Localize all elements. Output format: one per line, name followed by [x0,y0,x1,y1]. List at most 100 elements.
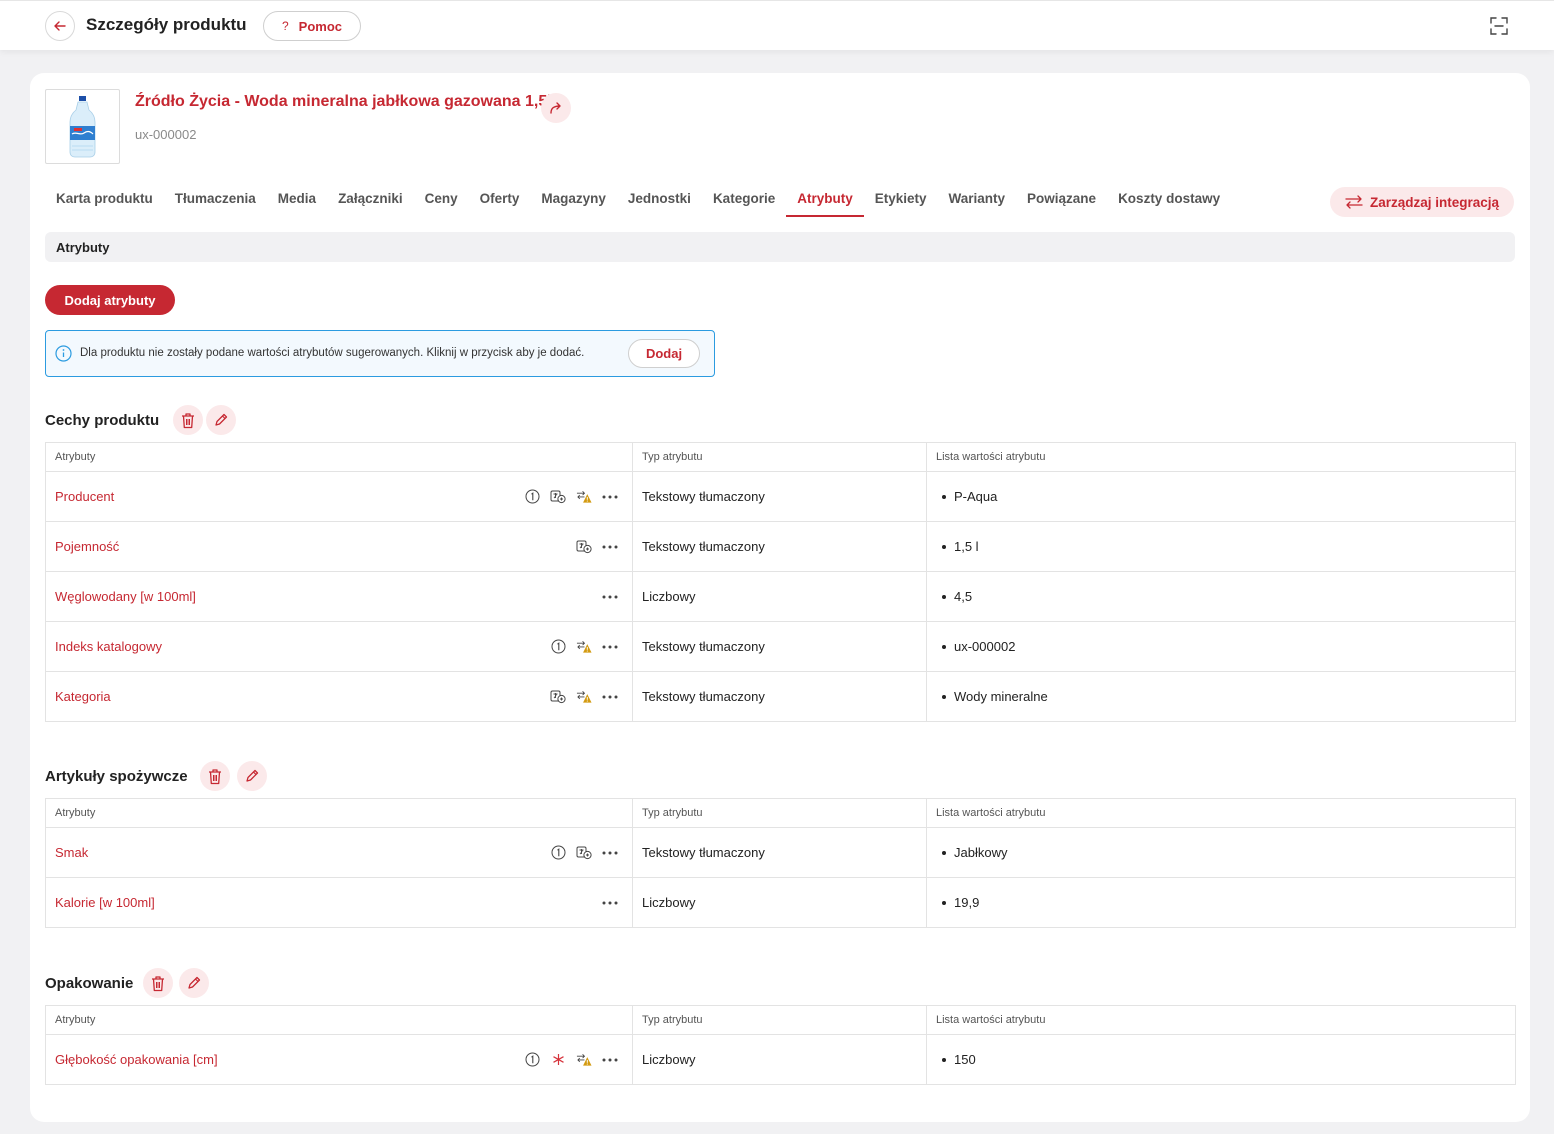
attribute-type: Tekstowy tłumaczony [632,521,927,572]
group-header: Artykuły spożywcze [45,760,1515,792]
attribute-cell: Indeks katalogowy [45,621,633,672]
delete-group-button[interactable] [143,968,173,998]
number-one-icon [524,1052,540,1068]
attribute-type: Liczbowy [632,1034,927,1085]
edit-group-button[interactable] [206,405,236,435]
suggested-attributes-info: Dla produktu nie zostały podane wartości… [45,330,715,377]
tab-kategorie[interactable]: Kategorie [702,185,786,217]
row-icons [602,895,618,911]
group-title: Cechy produktu [45,412,160,429]
attribute-value: Jabłkowy [954,845,1008,860]
more-options-icon[interactable] [602,845,618,861]
group-header: Cechy produktu [45,404,1515,436]
tab-magazyny[interactable]: Magazyny [530,185,617,217]
attribute-value: 19,9 [954,895,980,910]
number-one-icon [524,489,540,505]
attributes-table: Atrybuty Typ atrybutu Lista wartości atryb… [45,1005,1516,1085]
attribute-type: Tekstowy tłumaczony [632,471,927,522]
table-row: Pojemność Tekstowy tłumaczony 1,5 l [45,521,1516,572]
more-options-icon[interactable] [602,895,618,911]
tab-oferty[interactable]: Oferty [469,185,531,217]
trash-icon [209,768,221,784]
more-options-icon[interactable] [602,639,618,655]
tab-koszty-dostawy[interactable]: Koszty dostawy [1107,185,1231,217]
attribute-value: 4,5 [954,589,973,604]
attribute-name-link[interactable]: Głębokość opakowania [cm] [55,1052,218,1067]
share-button[interactable] [541,93,571,123]
translation-icon [550,689,566,705]
fullscreen-button[interactable] [1488,15,1510,37]
manage-integration-label: Zarządzaj integracją [1369,194,1500,210]
tab-atrybuty[interactable]: Atrybuty [786,185,864,217]
edit-group-button[interactable] [237,761,267,791]
attribute-name-link[interactable]: Węglowodany [w 100ml] [55,589,196,604]
more-options-icon[interactable] [602,589,618,605]
attribute-name-link[interactable]: Kategoria [55,689,111,704]
attribute-cell: Kategoria [45,671,633,722]
row-icons [602,589,618,605]
attribute-name-link[interactable]: Kalorie [w 100ml] [55,895,155,910]
back-button[interactable] [45,11,75,41]
tab-warianty[interactable]: Warianty [938,185,1017,217]
column-header-attribute: Atrybuty [45,442,633,472]
row-icons [524,489,618,505]
tab-jednostki[interactable]: Jednostki [617,185,702,217]
column-header-values: Lista wartości atrybutu [926,798,1516,828]
attribute-name-link[interactable]: Smak [55,845,88,860]
attribute-type: Tekstowy tłumaczony [632,621,927,672]
tab-media[interactable]: Media [267,185,327,217]
attribute-value-cell: 19,9 [926,877,1516,928]
more-options-icon[interactable] [602,1052,618,1068]
delete-group-button[interactable] [173,405,203,435]
attribute-name-link[interactable]: Producent [55,489,114,504]
bullet-icon [942,850,946,855]
number-one-icon [550,639,566,655]
tab-ceny[interactable]: Ceny [414,185,469,217]
add-suggested-button[interactable]: Dodaj [628,339,700,368]
fullscreen-icon [1490,17,1508,35]
bullet-icon [942,644,946,649]
bullet-icon [942,594,946,599]
delete-group-button[interactable] [200,761,230,791]
table-header-row: Atrybuty Typ atrybutu Lista wartości atryb… [45,1005,1516,1035]
row-icons [576,539,618,555]
help-button[interactable]: ? Pomoc [263,11,361,41]
column-header-type: Typ atrybutu [632,1005,927,1035]
tab-etykiety[interactable]: Etykiety [864,185,938,217]
edit-group-button[interactable] [179,968,209,998]
bullet-icon [942,900,946,905]
table-row: Indeks katalogowy Tekstowy tłumaczony ux-0… [45,621,1516,672]
attribute-value: ux-000002 [954,639,1016,654]
attribute-group: Artykuły spożywcze Atrybuty Typ atrybutu Li… [45,760,1516,928]
table-row: Smak Tekstowy tłumaczony Jabłkowy [45,827,1516,878]
row-icons [550,689,618,705]
add-attributes-button[interactable]: Dodaj atrybuty [45,285,175,315]
attribute-value-cell: 1,5 l [926,521,1516,572]
table-header-row: Atrybuty Typ atrybutu Lista wartości atryb… [45,798,1516,828]
tab-tlumaczenia[interactable]: Tłumaczenia [164,185,267,217]
product-thumbnail [45,89,120,164]
tab-powiazane[interactable]: Powiązane [1016,185,1107,217]
attribute-name-link[interactable]: Indeks katalogowy [55,639,162,654]
table-row: Kalorie [w 100ml] Liczbowy 19,9 [45,877,1516,928]
row-icons [550,639,618,655]
attribute-name-link[interactable]: Pojemność [55,539,119,554]
trash-icon [182,412,194,428]
attribute-value: 150 [954,1052,976,1067]
tab-zalaczniki[interactable]: Załączniki [327,185,414,217]
more-options-icon[interactable] [602,689,618,705]
attribute-type: Tekstowy tłumaczony [632,827,927,878]
table-row: Głębokość opakowania [cm] Liczbowy 150 [45,1034,1516,1085]
table-row: Kategoria Tekstowy tłumaczony Wody mineral… [45,671,1516,722]
tab-karta-produktu[interactable]: Karta produktu [45,185,164,217]
integration-warning-icon [576,639,592,655]
group-title: Artykuły spożywcze [45,768,188,785]
bullet-icon [942,694,946,699]
product-code: ux-000002 [135,127,197,142]
trash-icon [152,975,164,991]
manage-integration-button[interactable]: Zarządzaj integracją [1330,187,1514,217]
attribute-cell: Kalorie [w 100ml] [45,877,633,928]
column-header-values: Lista wartości atrybutu [926,1005,1516,1035]
more-options-icon[interactable] [602,539,618,555]
more-options-icon[interactable] [602,489,618,505]
